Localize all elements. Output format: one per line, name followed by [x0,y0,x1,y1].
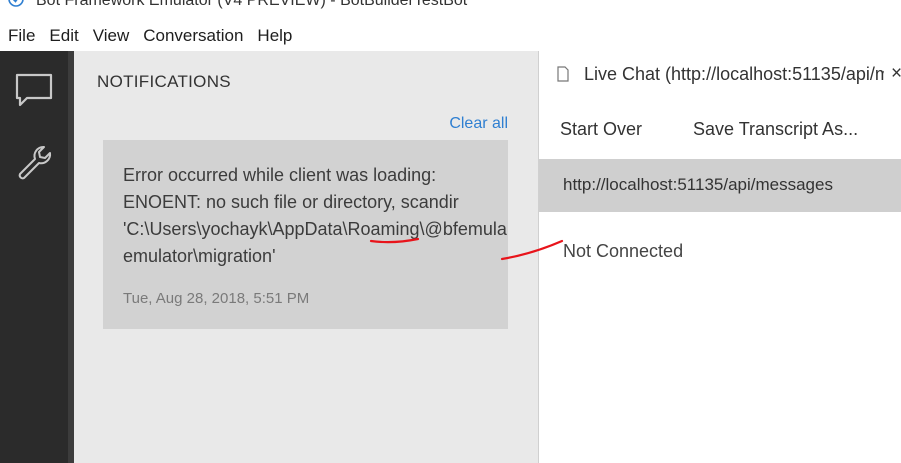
notification-card[interactable]: Error occurred while client was loading:… [103,140,508,329]
notification-timestamp: Tue, Aug 28, 2018, 5:51 PM [123,290,310,307]
notification-message-line: ENOENT: no such file or directory, scand… [123,192,459,212]
endpoint-url: http://localhost:51135/api/messages [563,175,833,194]
save-transcript-button[interactable]: Save Transcript As... [693,119,858,140]
window-title: Bot Framework Emulator (V4 PREVIEW) - Bo… [36,0,468,9]
menu-file[interactable]: File [0,26,35,46]
notification-message-line: Error occurred while client was loading: [123,165,437,185]
menu-view[interactable]: View [85,26,130,46]
menu-edit[interactable]: Edit [41,26,78,46]
document-icon [557,66,569,82]
notifications-panel: NOTIFICATIONS Clear all Error occurred w… [74,51,538,463]
activity-bar [0,51,68,463]
menu-bar: File Edit View Conversation Help [0,20,901,51]
chat-toolbar: Start Over Save Transcript As... [539,119,901,143]
app-logo-icon [8,0,24,7]
connection-status: Not Connected [563,241,684,261]
notification-message-line: emulator\migration' [123,246,276,266]
start-over-button[interactable]: Start Over [560,119,642,140]
menu-help[interactable]: Help [249,26,292,46]
tab-title: Live Chat (http://localhost:51135/api/me… [584,64,884,84]
tab-live-chat[interactable]: Live Chat (http://localhost:51135/api/me… [539,51,901,97]
chat-icon[interactable] [14,71,54,111]
clear-all-link[interactable]: Clear all [449,115,508,133]
endpoint-bar: http://localhost:51135/api/messages [539,159,901,212]
notification-message: Error occurred while client was loading:… [123,162,508,270]
menu-conversation[interactable]: Conversation [135,26,243,46]
close-icon[interactable]: × [891,63,901,85]
notifications-header: NOTIFICATIONS [97,72,231,91]
live-chat-panel: Live Chat (http://localhost:51135/api/me… [538,51,901,463]
notification-message-line: 'C:\Users\yochayk\AppData\Roaming\@bfemu… [123,219,507,239]
title-bar: Bot Framework Emulator (V4 PREVIEW) - Bo… [0,0,901,20]
wrench-icon[interactable] [14,143,54,183]
